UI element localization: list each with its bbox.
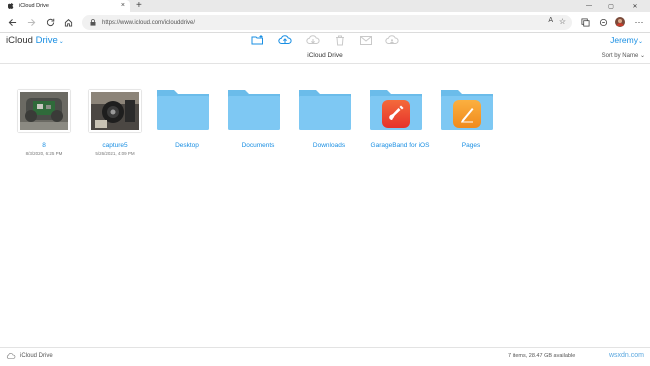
- address-bar[interactable]: https://www.icloud.com/iclouddrive/ A ☆: [82, 15, 572, 30]
- favorite-star-icon[interactable]: ☆: [559, 17, 566, 26]
- photo-thumbnail-8: [18, 90, 70, 132]
- brand-drive: Drive: [35, 35, 58, 46]
- maximize-button[interactable]: ▢: [602, 0, 620, 12]
- user-name: Jeremy: [610, 35, 638, 45]
- chevron-down-icon: ⌄: [637, 39, 643, 45]
- new-tab-button[interactable]: +: [136, 0, 142, 12]
- photo-thumbnail-capture5: [89, 90, 141, 132]
- read-aloud-icon[interactable]: A: [548, 17, 553, 24]
- page-title: iCloud Drive: [307, 52, 343, 59]
- forward-icon[interactable]: [24, 15, 38, 29]
- pages-icon: [453, 100, 481, 128]
- tab-close-icon[interactable]: ×: [121, 1, 125, 11]
- download-icon[interactable]: [306, 34, 320, 46]
- file-date: 8/3/2020, 6:25 PM: [25, 151, 63, 156]
- folder-name[interactable]: Downloads: [293, 142, 365, 150]
- watermark: wsxdn.com: [608, 352, 644, 359]
- url-text[interactable]: https://www.icloud.com/iclouddrive/: [102, 20, 195, 26]
- new-folder-icon[interactable]: [250, 34, 264, 46]
- sort-menu[interactable]: Sort by Name ⌄: [602, 52, 645, 59]
- folder-name[interactable]: Pages: [435, 142, 507, 150]
- file-name[interactable]: capture5: [79, 142, 151, 150]
- garageband-icon: [382, 100, 410, 128]
- footer-drive-label: iCloud Drive: [6, 353, 53, 359]
- share-icon[interactable]: [385, 34, 399, 46]
- collections-icon[interactable]: [578, 15, 592, 29]
- browser-tab[interactable]: iCloud Drive ×: [0, 0, 130, 12]
- browser-toolbar: https://www.icloud.com/iclouddrive/ A ☆ …: [0, 12, 650, 33]
- brand-prefix: iCloud: [6, 35, 33, 46]
- profile-avatar[interactable]: [613, 15, 627, 29]
- mail-icon[interactable]: [359, 34, 373, 46]
- chevron-down-icon: ⌄: [639, 53, 645, 59]
- file-grid: 8 8/3/2020, 6:25 PM capture5 5/26/2021, …: [0, 64, 650, 347]
- lock-icon[interactable]: [89, 19, 97, 27]
- folder-icon[interactable]: [226, 86, 282, 132]
- image-thumbnail[interactable]: [88, 86, 142, 136]
- file-name[interactable]: 8: [8, 142, 80, 150]
- folder-name[interactable]: Desktop: [151, 142, 223, 150]
- more-menu-icon[interactable]: ⋯: [632, 15, 646, 29]
- back-icon[interactable]: [5, 15, 19, 29]
- folder-name[interactable]: GarageBand for iOS: [364, 142, 436, 150]
- apple-icon: [7, 2, 14, 10]
- status-footer: iCloud Drive 7 items, 28.47 GB available…: [0, 347, 650, 366]
- minimize-button[interactable]: —: [580, 0, 598, 12]
- extensions-icon[interactable]: [596, 15, 610, 29]
- folder-icon[interactable]: [155, 86, 211, 132]
- close-window-button[interactable]: ✕: [626, 0, 644, 12]
- folder-icon[interactable]: [297, 86, 353, 132]
- trash-icon[interactable]: [333, 34, 347, 46]
- icloud-drive-menu[interactable]: iCloud Drive⌄: [6, 35, 64, 46]
- image-thumbnail[interactable]: [17, 86, 71, 136]
- home-icon[interactable]: [61, 15, 75, 29]
- upload-icon[interactable]: [278, 34, 292, 46]
- storage-status: 7 items, 28.47 GB available: [508, 353, 576, 359]
- location-bar: iCloud Drive Sort by Name ⌄: [0, 48, 650, 64]
- refresh-icon[interactable]: [43, 15, 57, 29]
- folder-name[interactable]: Documents: [222, 142, 294, 150]
- icloud-app-bar: iCloud Drive⌄ Jeremy⌄: [0, 33, 650, 48]
- browser-tab-strip: iCloud Drive × + — ▢ ✕: [0, 0, 650, 12]
- footer-drive-text: iCloud Drive: [20, 353, 53, 359]
- chevron-down-icon: ⌄: [58, 39, 64, 45]
- sort-label: Sort by Name: [601, 53, 639, 59]
- user-menu[interactable]: Jeremy⌄: [610, 35, 643, 45]
- tab-title: iCloud Drive: [19, 3, 49, 9]
- file-date: 5/26/2021, 4:09 PM: [95, 151, 135, 156]
- cloud-icon: [6, 353, 16, 359]
